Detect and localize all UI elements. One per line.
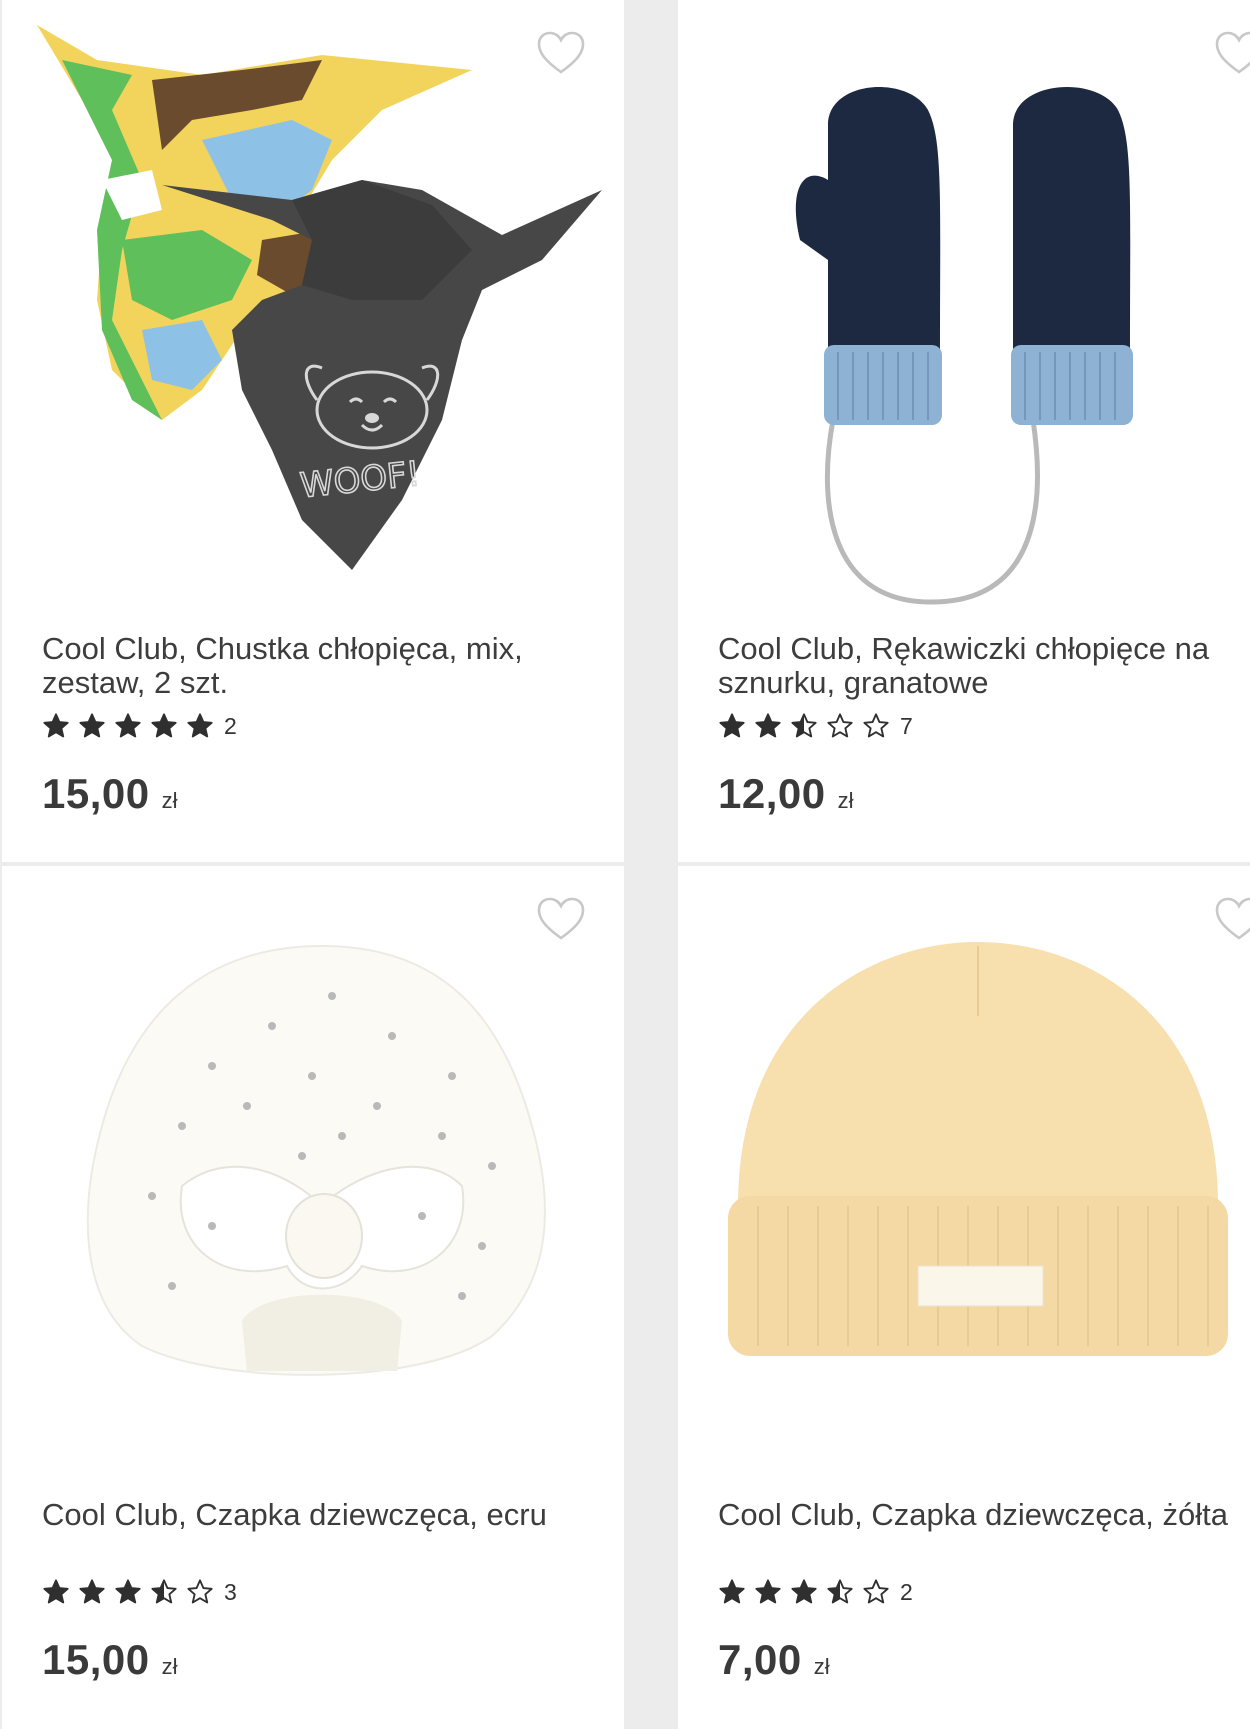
star-outline-icon: [187, 1579, 213, 1604]
star-filled-icon: [755, 1579, 781, 1604]
review-count: 2: [900, 1578, 913, 1605]
product-rating: 2: [718, 1578, 913, 1606]
star-filled-icon: [187, 713, 213, 738]
star-filled-icon: [719, 1579, 745, 1604]
product-image[interactable]: WOOF!: [2, 0, 624, 610]
product-card[interactable]: WOOF! Cool Club, Chustka chłopięca, mix,…: [2, 0, 624, 862]
price-amount: 7,00: [718, 1636, 802, 1683]
star-filled-icon: [755, 713, 781, 738]
product-card[interactable]: Cool Club, Rękawiczki chłopięce na sznur…: [678, 0, 1250, 862]
review-count: 7: [900, 712, 913, 739]
star-filled-icon: [719, 713, 745, 738]
product-image[interactable]: [678, 866, 1250, 1476]
price-amount: 15,00: [42, 770, 150, 817]
star-half-icon: [827, 1579, 853, 1604]
product-price: 15,00 zł: [42, 1636, 178, 1684]
product-rating: 3: [42, 1578, 237, 1606]
price-currency: zł: [837, 788, 854, 813]
star-filled-icon: [115, 1579, 141, 1604]
favorite-heart-icon[interactable]: [1214, 30, 1250, 76]
price-currency: zł: [813, 1654, 830, 1679]
turban-hat-image: [86, 944, 546, 1376]
bandana-set-image: WOOF!: [37, 25, 602, 570]
star-outline-icon: [827, 713, 853, 738]
product-card[interactable]: Cool Club, Czapka dziewczęca, ecru 3 15,…: [2, 866, 624, 1729]
product-grid: WOOF! Cool Club, Chustka chłopięca, mix,…: [0, 0, 1250, 1729]
star-half-icon: [151, 1579, 177, 1604]
beanie-image: [728, 942, 1228, 1356]
product-title[interactable]: Cool Club, Chustka chłopięca, mix, zesta…: [42, 632, 602, 700]
price-currency: zł: [161, 1654, 178, 1679]
review-count: 3: [224, 1578, 237, 1605]
star-outline-icon: [863, 1579, 889, 1604]
product-image[interactable]: [2, 866, 624, 1476]
price-currency: zł: [161, 788, 178, 813]
star-filled-icon: [791, 1579, 817, 1604]
star-filled-icon: [43, 713, 69, 738]
product-title[interactable]: Cool Club, Rękawiczki chłopięce na sznur…: [718, 632, 1250, 700]
product-price: 15,00 zł: [42, 770, 178, 818]
price-amount: 15,00: [42, 1636, 150, 1683]
star-filled-icon: [151, 713, 177, 738]
product-title[interactable]: Cool Club, Czapka dziewczęca, ecru: [42, 1498, 602, 1532]
product-rating: 7: [718, 712, 913, 740]
price-amount: 12,00: [718, 770, 826, 817]
product-rating: 2: [42, 712, 237, 740]
mittens-image: [795, 87, 1133, 605]
star-filled-icon: [79, 1579, 105, 1604]
product-title[interactable]: Cool Club, Czapka dziewczęca, żółta: [718, 1498, 1250, 1532]
review-count: 2: [224, 712, 237, 739]
star-filled-icon: [79, 713, 105, 738]
product-price: 12,00 zł: [718, 770, 854, 818]
star-outline-icon: [863, 713, 889, 738]
favorite-heart-icon[interactable]: [536, 30, 586, 76]
product-image[interactable]: [678, 0, 1250, 610]
favorite-heart-icon[interactable]: [1214, 896, 1250, 942]
product-price: 7,00 zł: [718, 1636, 830, 1684]
favorite-heart-icon[interactable]: [536, 896, 586, 942]
star-half-icon: [791, 713, 817, 738]
star-filled-icon: [43, 1579, 69, 1604]
star-filled-icon: [115, 713, 141, 738]
product-card[interactable]: Cool Club, Czapka dziewczęca, żółta 2 7,…: [678, 866, 1250, 1729]
